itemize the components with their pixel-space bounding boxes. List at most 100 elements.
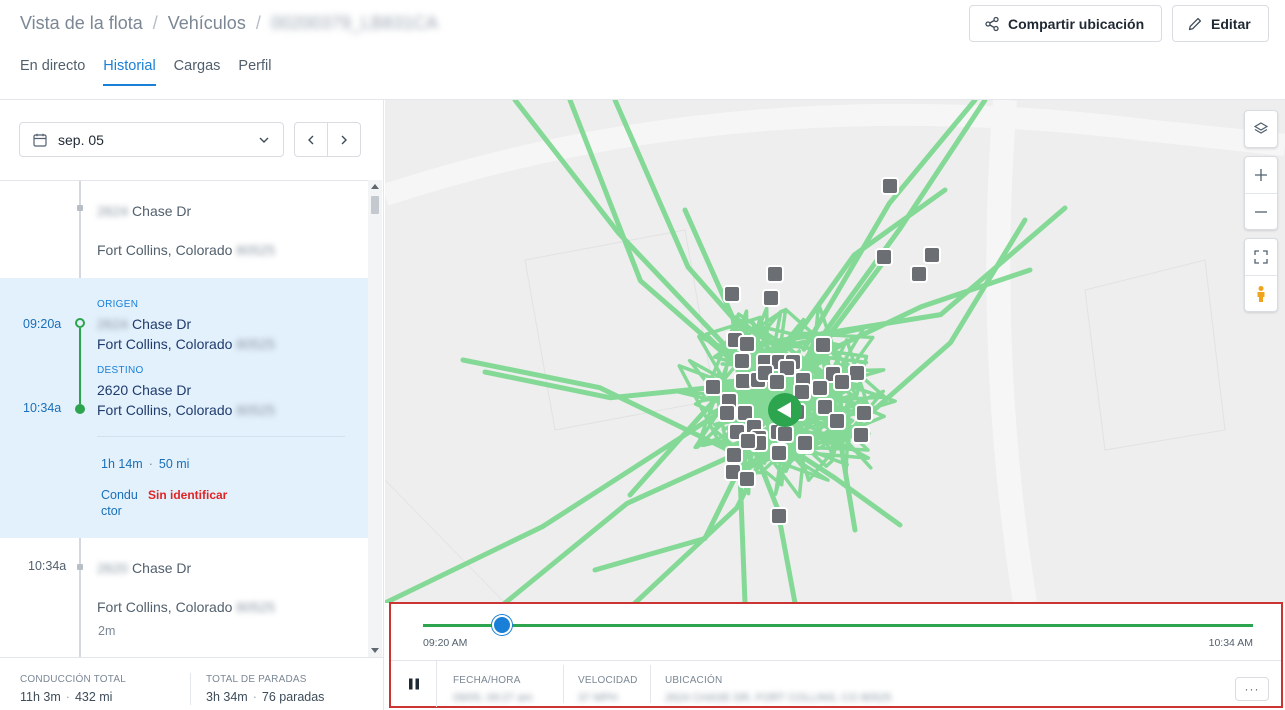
timeline-line [79, 181, 81, 278]
share-location-button[interactable]: Compartir ubicación [969, 5, 1162, 42]
tab-bar: En directo Historial Cargas Perfil [20, 58, 271, 86]
stop-marker-icon[interactable] [875, 248, 893, 266]
stop-marker-icon[interactable] [833, 373, 851, 391]
stop-city: Fort Collins, Colorado 80525 [97, 242, 276, 258]
stop-marker-icon[interactable] [733, 352, 751, 370]
location-label: UBICACIÓN [665, 675, 723, 686]
datetime-value: 09/05, 09:27 am [453, 692, 533, 704]
stop-marker-icon[interactable] [855, 404, 873, 422]
list-item-stop[interactable]: 2624 Chase Dr Fort Collins, Colorado 805… [0, 181, 368, 278]
stop-marker-icon[interactable] [739, 432, 757, 450]
breadcrumb-fleet-view[interactable]: Vista de la flota [20, 13, 143, 34]
location-value: 2624 CHASE DR, FORT COLLINS, CO 80525 [665, 692, 892, 704]
stop-dot [77, 205, 83, 211]
stop-marker-icon[interactable] [848, 364, 866, 382]
map-zoom-control [1244, 156, 1278, 230]
date-picker[interactable]: sep. 05 [19, 122, 284, 157]
list-item-stop[interactable]: 10:34a 2620 Chase Dr Fort Collins, Color… [0, 538, 368, 657]
breadcrumb-vehicles[interactable]: Vehículos [168, 13, 246, 34]
stop-marker-icon[interactable] [814, 336, 832, 354]
timeline-list: 2624 Chase Dr Fort Collins, Colorado 805… [0, 180, 368, 657]
driver-label: Conductor [101, 488, 138, 518]
playback-slider-knob[interactable] [491, 615, 512, 635]
stop-marker-icon[interactable] [770, 507, 788, 525]
list-scrollbar[interactable] [368, 180, 382, 657]
stop-marker-icon[interactable] [776, 425, 794, 443]
tab-live[interactable]: En directo [20, 58, 85, 86]
tab-loads[interactable]: Cargas [174, 58, 221, 86]
fullscreen-button[interactable] [1245, 239, 1277, 275]
stop-marker-icon[interactable] [828, 412, 846, 430]
calendar-icon [33, 133, 47, 147]
destination-label: DESTINO [97, 365, 144, 376]
breadcrumb-separator: / [152, 13, 158, 33]
playback-start-time: 09:20 AM [423, 637, 468, 649]
scroll-down-icon[interactable] [371, 648, 379, 653]
stop-marker-icon[interactable] [768, 373, 786, 391]
speed-value: 37 MPH [578, 692, 618, 704]
stop-marker-icon[interactable] [770, 444, 788, 462]
datetime-label: FECHA/HORA [453, 675, 521, 686]
total-stops-value: 3h 34m · 76 paradas [206, 690, 325, 704]
playback-track[interactable] [423, 624, 1253, 627]
totals-footer: CONDUCCIÓN TOTAL 11h 3m · 432 mi TOTAL DE … [0, 657, 383, 710]
datetime-column: FECHA/HORA 09/05, 09:27 am [453, 675, 533, 704]
stop-marker-icon[interactable] [704, 378, 722, 396]
origin-label: ORIGEN [97, 299, 139, 310]
stop-dot [77, 564, 83, 570]
trip-duration: 1h 14m [101, 457, 143, 471]
previous-day-button[interactable] [295, 123, 328, 156]
stop-marker-icon[interactable] [881, 177, 899, 195]
scroll-thumb[interactable] [371, 196, 379, 214]
stop-marker-icon[interactable] [738, 470, 756, 488]
playback-details: FECHA/HORA 09/05, 09:27 am VELOCIDAD 37 … [391, 660, 1281, 707]
tab-history[interactable]: Historial [103, 58, 157, 86]
trip-distance: 50 mi [158, 457, 190, 471]
stop-marker-icon[interactable] [811, 379, 829, 397]
scroll-up-icon[interactable] [371, 184, 379, 189]
breadcrumb-separator: / [255, 13, 261, 33]
stop-marker-icon[interactable] [723, 285, 741, 303]
map-canvas[interactable] [385, 100, 1285, 603]
stop-street: 2624 Chase Dr [97, 203, 192, 219]
driver-value[interactable]: Sin identificar [148, 488, 227, 502]
route-map[interactable] [385, 100, 1285, 603]
history-panel: sep. 05 2624 Chase Dr Fort Collins, Colo… [0, 100, 384, 710]
stop-marker-icon[interactable] [725, 446, 743, 464]
chevron-down-icon [259, 137, 269, 143]
origin-marker [75, 318, 85, 328]
share-icon [985, 16, 999, 31]
chevron-left-icon [308, 135, 314, 144]
edit-label: Editar [1211, 15, 1251, 32]
stop-marker-icon[interactable] [796, 434, 814, 452]
street-view-button[interactable] [1245, 275, 1277, 311]
edit-button[interactable]: Editar [1172, 5, 1269, 42]
pause-button[interactable] [391, 661, 437, 707]
stop-marker-icon[interactable] [766, 265, 784, 283]
trip-divider [97, 436, 345, 437]
playback-panel: 09:20 AM 10:34 AM FECHA/HORA 09/05, 09:2… [389, 602, 1283, 708]
more-options-button[interactable]: ··· [1235, 677, 1269, 701]
stop-marker-icon[interactable] [718, 404, 736, 422]
stop-marker-icon[interactable] [923, 246, 941, 264]
layers-button[interactable] [1245, 111, 1277, 147]
zoom-in-button[interactable] [1245, 157, 1277, 193]
list-item-trip-selected[interactable]: ORIGEN 09:20a 2624 Chase Dr Fort Collins… [0, 278, 368, 538]
stop-marker-icon[interactable] [852, 426, 870, 444]
stop-marker-icon[interactable] [910, 265, 928, 283]
layers-icon [1253, 122, 1269, 134]
date-value: sep. 05 [58, 131, 104, 148]
stop-marker-icon[interactable] [734, 372, 752, 390]
tab-profile[interactable]: Perfil [238, 58, 271, 86]
page-header: Vista de la flota / Vehículos / 00200379… [0, 0, 1285, 100]
vehicle-arrow-icon[interactable] [768, 393, 802, 427]
breadcrumb-vehicle-id: 00200379_LB831CA [270, 13, 438, 33]
origin-time: 09:20a [23, 317, 62, 331]
stop-marker-icon[interactable] [738, 335, 756, 353]
speed-label: VELOCIDAD [578, 675, 638, 686]
total-driving: CONDUCCIÓN TOTAL 11h 3m · 432 mi [20, 674, 126, 704]
detail-divider [563, 665, 564, 703]
stop-marker-icon[interactable] [762, 289, 780, 307]
zoom-out-button[interactable] [1245, 193, 1277, 229]
next-day-button[interactable] [328, 123, 360, 156]
